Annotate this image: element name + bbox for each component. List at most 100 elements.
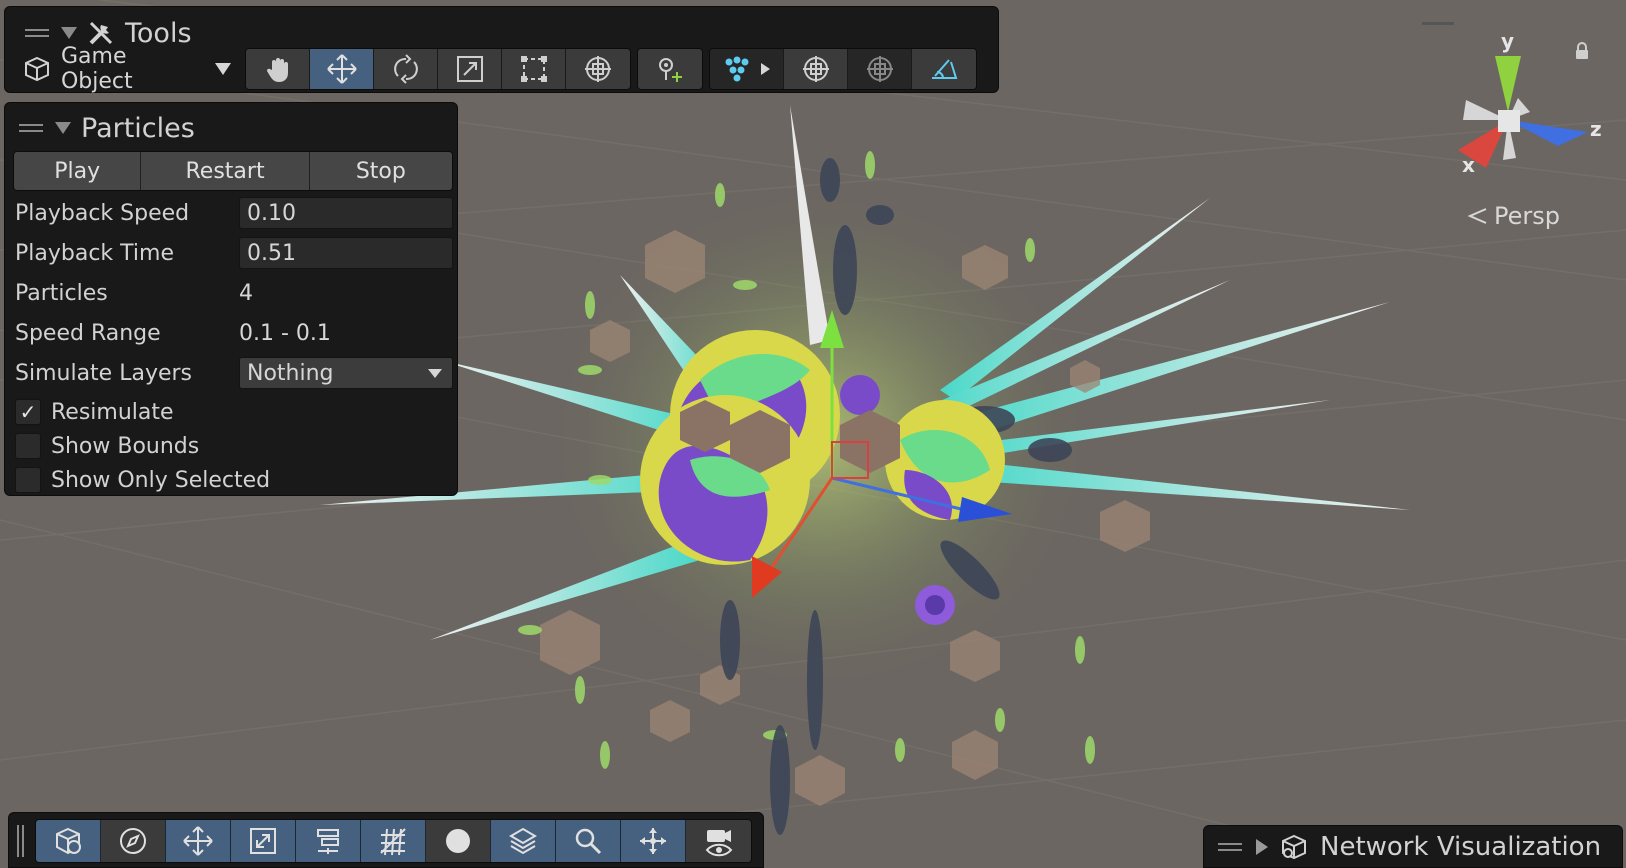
resimulate-label: Resimulate <box>51 399 174 425</box>
collision-plane-icon <box>932 59 958 79</box>
bounds-gizmo-icon <box>866 56 893 82</box>
network-visualization-overlay[interactable]: Network Visualization <box>1203 825 1623 868</box>
compass-icon <box>120 828 146 854</box>
transform-tool-button[interactable] <box>566 49 630 89</box>
checkmark-icon: ✓ <box>19 400 37 424</box>
particle-tool-button[interactable] <box>710 49 784 89</box>
particles-overlay: Particles Play Restart Stop Playback Spe… <box>4 102 458 496</box>
camera-button[interactable] <box>686 820 751 862</box>
move-snap-button[interactable] <box>166 820 231 862</box>
game-object-label: Game Object <box>60 44 133 94</box>
move-snap-icon <box>183 826 213 856</box>
speed-range-row: Speed Range 0.1 - 0.1 <box>15 315 453 351</box>
collision-tool-button[interactable] <box>912 49 976 89</box>
grid-button[interactable] <box>361 820 426 862</box>
align-icon <box>317 829 339 854</box>
layers-button[interactable] <box>491 820 556 862</box>
grid-icon <box>380 828 406 856</box>
playback-buttons: Play Restart Stop <box>13 151 453 191</box>
playback-speed-label: Playback Speed <box>15 200 190 226</box>
projection-toggle[interactable]: Persp <box>1466 202 1560 230</box>
move-icon <box>326 54 357 84</box>
play-button[interactable]: Play <box>14 152 142 190</box>
stop-button[interactable]: Stop <box>309 152 452 190</box>
custom-editor-tool-button[interactable] <box>638 49 702 89</box>
hand-tool-button[interactable] <box>246 49 310 89</box>
speed-range-label: Speed Range <box>15 320 161 346</box>
show-only-selected-checkbox[interactable] <box>15 467 41 493</box>
play-triangle-icon <box>761 63 770 75</box>
draw-mode-button[interactable] <box>36 820 101 862</box>
custom-tools <box>637 48 703 90</box>
scene-effects-button[interactable] <box>231 820 296 862</box>
bounds-tool-button[interactable] <box>848 49 912 89</box>
show-only-selected-label: Show Only Selected <box>51 467 271 493</box>
speed-range-value: 0.1 - 0.1 <box>239 320 331 346</box>
rect-tool-button[interactable] <box>502 49 566 89</box>
playback-time-row: Playback Time 0.51 <box>15 235 453 271</box>
network-visualization-label: Network Visualization <box>1320 831 1602 862</box>
game-object-dropdown[interactable]: Game Object <box>15 44 239 94</box>
drag-handle-icon[interactable] <box>17 825 25 857</box>
particles-count-label: Particles <box>15 280 108 306</box>
collapse-triangle-icon[interactable] <box>55 122 71 134</box>
particles-header[interactable]: Particles <box>17 111 195 145</box>
rect-icon <box>520 56 547 82</box>
show-bounds-checkbox[interactable] <box>15 433 41 459</box>
particles-count-value: 4 <box>239 280 253 306</box>
hand-icon <box>266 58 288 82</box>
search-button[interactable] <box>556 820 621 862</box>
camera-visibility-icon <box>705 830 732 857</box>
transform-tools <box>245 48 631 90</box>
rotate-tool-button[interactable] <box>374 49 438 89</box>
resimulate-checkbox[interactable]: ✓ <box>15 399 41 425</box>
show-only-selected-row: Show Only Selected <box>15 463 270 497</box>
lock-icon[interactable] <box>1574 42 1590 60</box>
scene-view-2d-button[interactable] <box>101 820 166 862</box>
component-tools <box>709 48 977 90</box>
simulate-layers-label: Simulate Layers <box>15 360 192 386</box>
move-tool-button[interactable] <box>310 49 374 89</box>
lighting-button[interactable] <box>426 820 491 862</box>
playback-time-label: Playback Time <box>15 240 174 266</box>
particles-count-row: Particles 4 <box>15 275 453 311</box>
pivot-plus-icon <box>659 58 682 82</box>
scale-tool-button[interactable] <box>438 49 502 89</box>
collapse-triangle-icon[interactable] <box>61 27 77 39</box>
drag-handle-icon[interactable] <box>23 27 51 39</box>
search-icon <box>575 828 602 855</box>
alignment-button[interactable] <box>296 820 361 862</box>
simulate-layers-row: Simulate Layers Nothing <box>15 355 453 391</box>
gizmo-x-label: x <box>1462 153 1475 177</box>
cube-icon <box>24 56 49 82</box>
shape-tool-button[interactable] <box>784 49 848 89</box>
gizmo-center-cube[interactable] <box>1498 110 1520 132</box>
viewport-top-strip <box>1422 22 1454 25</box>
particles-title: Particles <box>81 112 195 144</box>
dropdown-arrow-icon <box>215 63 231 75</box>
gizmo-y-label: y <box>1501 29 1514 53</box>
gizmo-z-label: z <box>1590 117 1602 141</box>
expand-triangle-icon[interactable] <box>1256 838 1268 855</box>
shape-gizmo-icon <box>802 56 829 82</box>
playback-speed-field[interactable]: 0.10 <box>239 197 453 229</box>
scale-icon <box>456 56 483 82</box>
drag-handle-icon[interactable] <box>17 122 45 134</box>
sphere-icon <box>446 829 470 853</box>
rotate-icon <box>393 54 418 84</box>
simulate-layers-dropdown[interactable]: Nothing <box>239 357 453 389</box>
tools-icon <box>89 21 113 45</box>
scene-effects-icon <box>250 828 276 854</box>
show-bounds-row: Show Bounds <box>15 429 199 463</box>
drag-handle-icon[interactable] <box>1216 841 1244 853</box>
simulate-layers-value: Nothing <box>247 360 334 386</box>
restart-button[interactable]: Restart <box>141 152 310 190</box>
playback-speed-row: Playback Speed 0.10 <box>15 195 453 231</box>
transform-icon <box>585 56 611 82</box>
particle-system-icon <box>725 56 749 82</box>
network-cube-icon <box>1282 834 1306 859</box>
playback-time-field[interactable]: 0.51 <box>239 237 453 269</box>
projection-label: Persp <box>1494 202 1560 230</box>
chevron-left-icon <box>1467 208 1487 224</box>
orientation-button[interactable] <box>621 820 686 862</box>
